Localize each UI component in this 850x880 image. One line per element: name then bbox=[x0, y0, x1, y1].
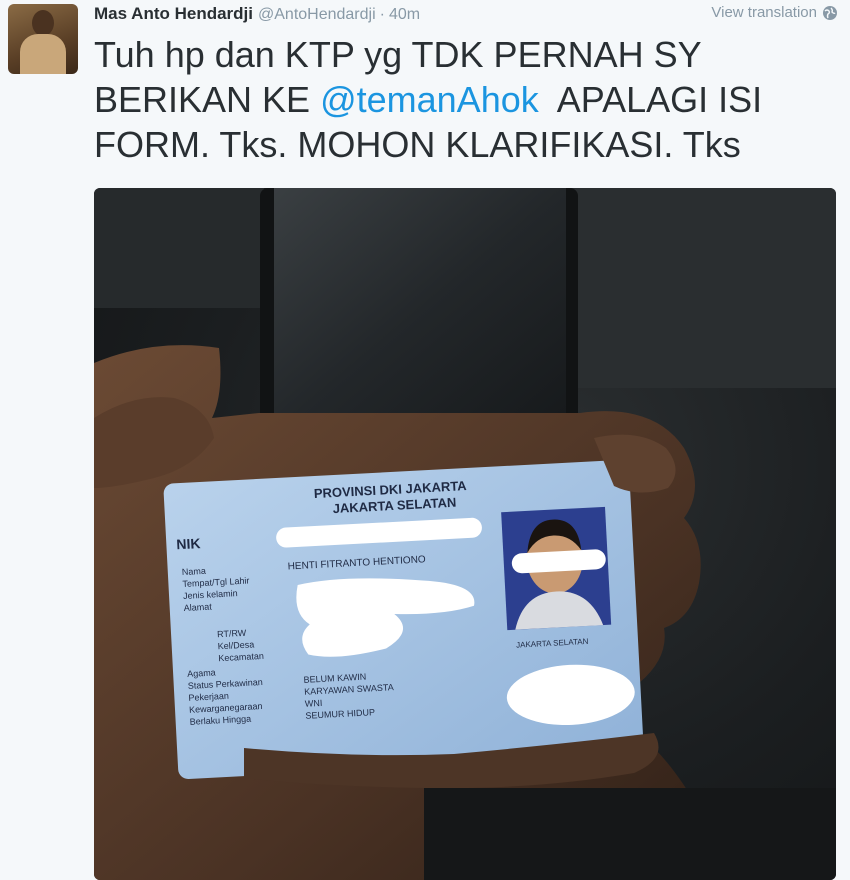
phone-screen bbox=[274, 188, 566, 433]
photo-illustration: PROVINSI DKI JAKARTA JAKARTA SELATAN NIK… bbox=[94, 188, 836, 880]
id-card-address-label: Alamat bbox=[183, 602, 212, 613]
tweet-text-line-2-end: APALAGI ISI bbox=[538, 79, 763, 120]
background-chair bbox=[564, 188, 836, 388]
id-card: PROVINSI DKI JAKARTA JAKARTA SELATAN NIK… bbox=[163, 460, 644, 779]
tweet-text-line-2-start: BERIKAN KE bbox=[94, 79, 321, 120]
view-translation-label: View translation bbox=[711, 4, 817, 21]
globe-icon bbox=[823, 5, 837, 20]
header-separator: · bbox=[379, 6, 385, 23]
mention-link[interactable]: @temanAhok bbox=[320, 79, 539, 120]
id-card-religion-label: Agama bbox=[187, 667, 216, 678]
background-shelf bbox=[94, 188, 264, 308]
avatar[interactable] bbox=[8, 4, 78, 74]
tweet-text-line-1: Tuh hp dan KTP yg TDK PERNAH SY bbox=[94, 34, 702, 75]
floor bbox=[424, 788, 836, 880]
tweet-header: Mas Anto Hendardji @AntoHendardji · 40m bbox=[94, 4, 420, 26]
tweet-photo[interactable]: PROVINSI DKI JAKARTA JAKARTA SELATAN NIK… bbox=[94, 188, 836, 880]
view-translation-link[interactable]: View translation bbox=[711, 4, 838, 21]
tweet-text-line-2: BERIKAN KE @temanAhok APALAGI ISI bbox=[94, 77, 814, 122]
tweet-text-line-3: FORM. Tks. MOHON KLARIFIKASI. Tks bbox=[94, 124, 741, 165]
avatar-body bbox=[20, 34, 66, 74]
tweet: Mas Anto Hendardji @AntoHendardji · 40m … bbox=[0, 0, 850, 880]
tweet-text: Tuh hp dan KTP yg TDK PERNAH SY BERIKAN … bbox=[94, 32, 814, 167]
id-card-rtrw-label: RT/RW bbox=[217, 628, 247, 640]
id-card-job-label: Pekerjaan bbox=[188, 691, 229, 703]
id-card-name-label: Nama bbox=[182, 566, 207, 577]
id-card-nik-label: NIK bbox=[176, 535, 201, 552]
id-card-citizenship-value: WNI bbox=[305, 698, 323, 709]
avatar-head bbox=[32, 10, 54, 36]
id-card-village-label: Kel/Desa bbox=[218, 639, 255, 651]
tweet-timestamp[interactable]: 40m bbox=[389, 6, 420, 24]
author-username[interactable]: @AntoHendardji bbox=[258, 6, 376, 24]
author-full-name[interactable]: Mas Anto Hendardji bbox=[94, 4, 253, 24]
